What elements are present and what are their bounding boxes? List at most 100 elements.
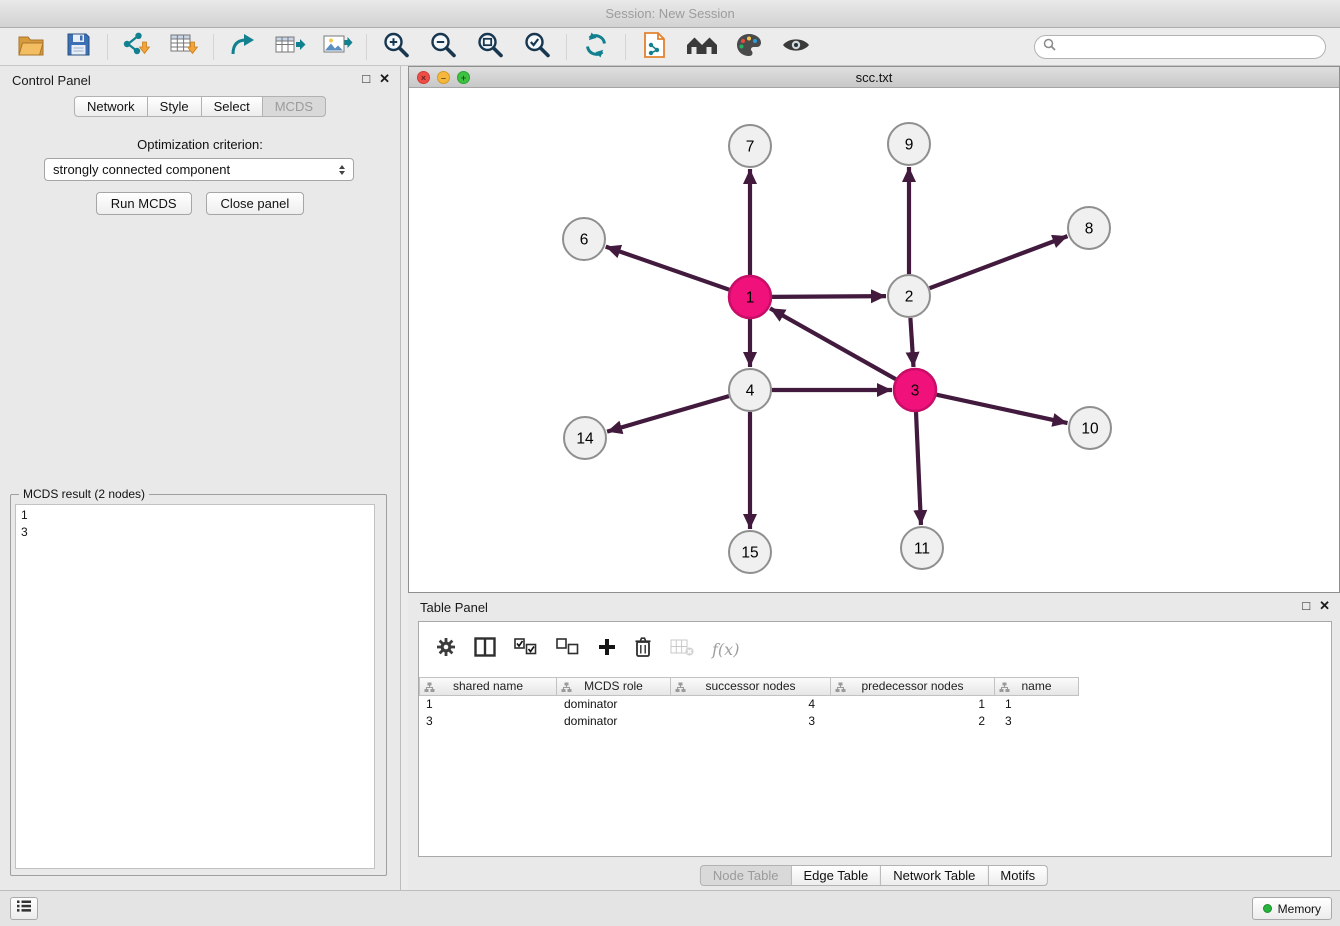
column-sort-icon bbox=[999, 681, 1010, 698]
maximize-window-button[interactable]: + bbox=[457, 71, 470, 84]
open-network-file-button[interactable] bbox=[638, 32, 672, 62]
close-panel-button[interactable]: Close panel bbox=[206, 192, 305, 215]
delete-column-button[interactable] bbox=[634, 636, 652, 663]
float-table-panel-icon[interactable]: □ bbox=[1302, 598, 1310, 614]
column-sort-icon bbox=[424, 681, 435, 698]
import-network-button[interactable] bbox=[120, 32, 154, 62]
graph-node-2[interactable]: 2 bbox=[888, 275, 930, 317]
column-header-name[interactable]: name bbox=[995, 677, 1079, 696]
gear-icon bbox=[436, 637, 456, 662]
close-table-panel-icon[interactable]: ✕ bbox=[1319, 598, 1330, 614]
cell-name[interactable]: 3 bbox=[995, 713, 1079, 730]
graph-node-7[interactable]: 7 bbox=[729, 125, 771, 167]
graph-edge-3-1[interactable] bbox=[770, 308, 896, 379]
graph-edge-1-6[interactable] bbox=[606, 247, 730, 290]
delete-table-button[interactable] bbox=[670, 637, 694, 662]
tab-network[interactable]: Network bbox=[74, 96, 148, 117]
zoom-selected-button[interactable] bbox=[520, 32, 554, 62]
search-box[interactable] bbox=[1034, 35, 1326, 59]
column-header-successor-nodes[interactable]: successor nodes bbox=[671, 677, 831, 696]
import-table-button[interactable] bbox=[167, 32, 201, 62]
graph-svg[interactable]: 7 9 6 8 1 2 4 3 14 10 15 11 bbox=[409, 88, 1339, 592]
refresh-view-button[interactable] bbox=[579, 32, 613, 62]
close-panel-icon[interactable]: ✕ bbox=[379, 71, 390, 87]
mcds-result-title: MCDS result (2 nodes) bbox=[19, 487, 149, 501]
zoom-out-button[interactable] bbox=[426, 32, 460, 62]
cell-shared-name[interactable]: 3 bbox=[419, 713, 557, 730]
cell-mcds-role[interactable]: dominator bbox=[557, 713, 671, 730]
graph-edge-4-14[interactable] bbox=[607, 396, 729, 432]
graph-node-4[interactable]: 4 bbox=[729, 369, 771, 411]
show-hide-graphics-button[interactable] bbox=[779, 32, 813, 62]
cell-mcds-role[interactable]: dominator bbox=[557, 696, 671, 713]
column-header-mcds-role[interactable]: MCDS role bbox=[557, 677, 671, 696]
double-home-icon bbox=[685, 33, 719, 62]
apply-style-button[interactable] bbox=[732, 32, 766, 62]
cell-successor-nodes[interactable]: 4 bbox=[671, 696, 831, 713]
cell-predecessor-nodes[interactable]: 1 bbox=[831, 696, 995, 713]
table-row[interactable]: 1 dominator 4 1 1 bbox=[419, 696, 1331, 713]
cell-successor-nodes[interactable]: 3 bbox=[671, 713, 831, 730]
tab-node-table[interactable]: Node Table bbox=[700, 865, 792, 886]
cell-name[interactable]: 1 bbox=[995, 696, 1079, 713]
graph-node-1[interactable]: 1 bbox=[729, 276, 771, 318]
select-all-columns-button[interactable] bbox=[514, 638, 538, 661]
graph-node-6[interactable]: 6 bbox=[563, 218, 605, 260]
save-session-button[interactable] bbox=[61, 32, 95, 62]
first-neighbors-button[interactable] bbox=[685, 32, 719, 62]
export-table-button[interactable] bbox=[273, 32, 307, 62]
window-titlebar: Session: New Session bbox=[0, 0, 1340, 28]
graph-edge-3-10[interactable] bbox=[937, 395, 1068, 423]
export-image-button[interactable] bbox=[320, 32, 354, 62]
close-window-button[interactable]: × bbox=[417, 71, 430, 84]
network-window-title: scc.txt bbox=[856, 70, 893, 85]
tab-style[interactable]: Style bbox=[148, 96, 202, 117]
graph-node-9[interactable]: 9 bbox=[888, 123, 930, 165]
network-canvas[interactable]: 7 9 6 8 1 2 4 3 14 10 15 11 bbox=[409, 88, 1339, 592]
graph-node-14[interactable]: 14 bbox=[564, 417, 606, 459]
table-row[interactable]: 3 dominator 3 2 3 bbox=[419, 713, 1331, 730]
table-settings-button[interactable] bbox=[436, 637, 456, 662]
deselect-all-columns-button[interactable] bbox=[556, 638, 580, 661]
graph-node-11[interactable]: 11 bbox=[901, 527, 943, 569]
criterion-dropdown[interactable]: strongly connected component bbox=[44, 158, 354, 181]
graph-node-15[interactable]: 15 bbox=[729, 531, 771, 573]
graph-node-3[interactable]: 3 bbox=[894, 369, 936, 411]
graph-node-label: 15 bbox=[741, 545, 758, 562]
open-session-button[interactable] bbox=[14, 32, 48, 62]
column-header-predecessor-nodes[interactable]: predecessor nodes bbox=[831, 677, 995, 696]
tab-network-table[interactable]: Network Table bbox=[881, 865, 988, 886]
float-panel-icon[interactable]: □ bbox=[362, 71, 370, 87]
export-network-button[interactable] bbox=[226, 32, 260, 62]
network-file-icon bbox=[642, 31, 668, 64]
graph-edge-3-11[interactable] bbox=[916, 412, 921, 525]
graph-node-8[interactable]: 8 bbox=[1068, 207, 1110, 249]
mcds-result-list[interactable]: 1 3 bbox=[15, 504, 375, 869]
export-image-icon bbox=[322, 31, 353, 63]
zoom-fit-button[interactable] bbox=[473, 32, 507, 62]
zoom-selected-icon bbox=[523, 31, 551, 64]
tab-motifs[interactable]: Motifs bbox=[988, 865, 1048, 886]
tab-mcds[interactable]: MCDS bbox=[263, 96, 326, 117]
function-builder-button[interactable]: f(x) bbox=[712, 640, 739, 659]
create-column-button[interactable] bbox=[598, 638, 616, 661]
tab-edge-table[interactable]: Edge Table bbox=[791, 865, 881, 886]
tab-select[interactable]: Select bbox=[202, 96, 263, 117]
graph-edge-2-3[interactable] bbox=[910, 318, 913, 367]
graph-node-10[interactable]: 10 bbox=[1069, 407, 1111, 449]
zoom-in-button[interactable] bbox=[379, 32, 413, 62]
control-panel-title: Control Panel bbox=[12, 73, 91, 88]
graph-node-label: 9 bbox=[905, 137, 914, 154]
minimize-window-button[interactable]: – bbox=[437, 71, 450, 84]
search-input[interactable] bbox=[1061, 40, 1317, 54]
run-mcds-button[interactable]: Run MCDS bbox=[96, 192, 192, 215]
graph-edge-1-2[interactable] bbox=[772, 296, 886, 297]
show-column-panel-button[interactable] bbox=[474, 637, 496, 662]
graph-edge-2-8[interactable] bbox=[930, 236, 1068, 288]
show-panels-button[interactable] bbox=[10, 897, 38, 920]
memory-button[interactable]: Memory bbox=[1252, 897, 1332, 920]
cell-shared-name[interactable]: 1 bbox=[419, 696, 557, 713]
status-bar: Memory bbox=[0, 890, 1340, 926]
column-header-shared-name[interactable]: shared name bbox=[419, 677, 557, 696]
cell-predecessor-nodes[interactable]: 2 bbox=[831, 713, 995, 730]
